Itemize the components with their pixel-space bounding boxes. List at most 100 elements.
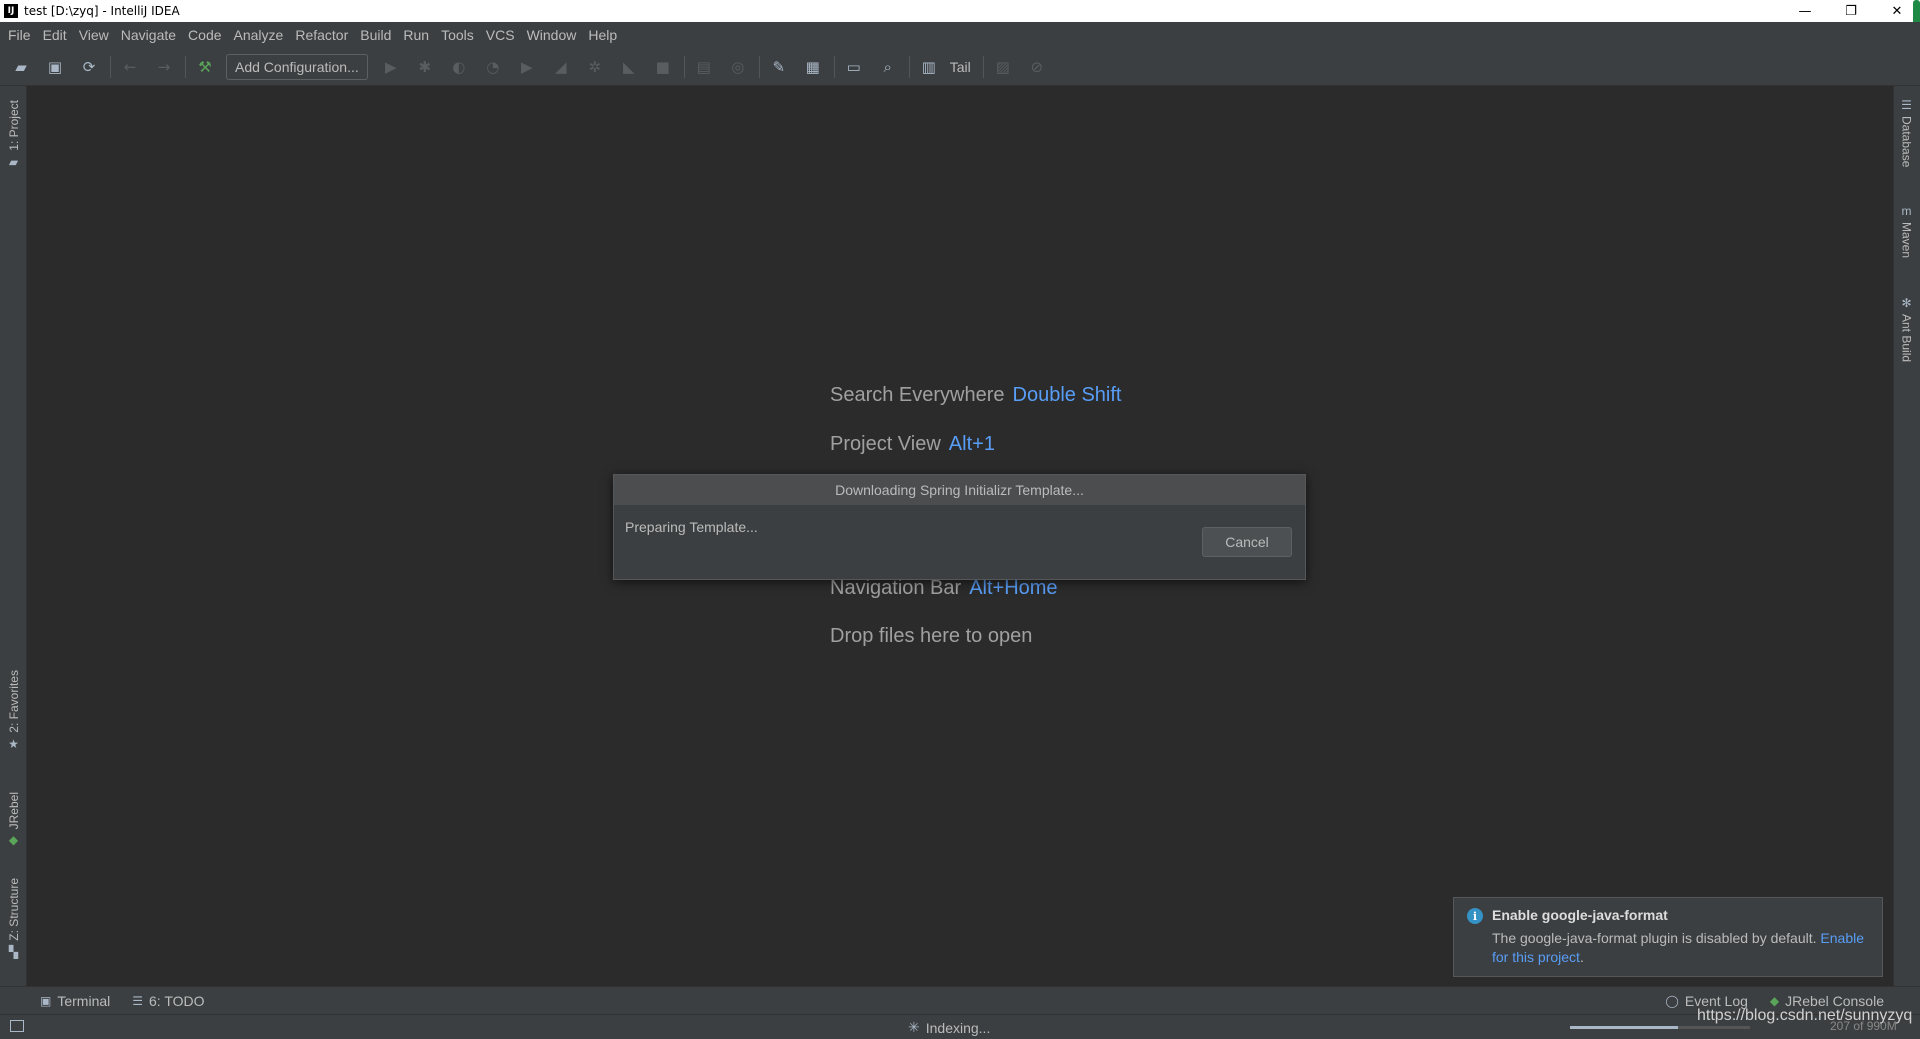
search-icon[interactable]: ⌕ [875, 54, 901, 80]
hint-search-shortcut: Double Shift [1012, 384, 1122, 406]
jrebel-bug-icon[interactable]: ✲ [582, 54, 608, 80]
database-icon: ☰ [1901, 98, 1912, 112]
menu-tools[interactable]: Tools [435, 27, 480, 43]
hint-drop-label: Drop files here to open [830, 625, 1033, 647]
toolbar-separator [185, 55, 186, 78]
toggle-tool-windows-icon[interactable] [10, 1020, 24, 1032]
indexing-progress-bar [1570, 1026, 1750, 1029]
terminal-icon[interactable]: ▭ [841, 54, 867, 80]
tool-tab-favorites[interactable]: 2: Favorites ★ [0, 670, 27, 751]
notification-title: Enable google-java-format [1492, 907, 1668, 923]
tool-tab-maven[interactable]: m Maven [1893, 204, 1920, 258]
menu-window[interactable]: Window [521, 27, 583, 43]
jrebel-debug-icon[interactable]: ◢ [548, 54, 574, 80]
terminal-icon: ▣ [40, 993, 52, 1008]
menu-analyze[interactable]: Analyze [228, 27, 290, 43]
menu-file[interactable]: File [2, 27, 37, 43]
menu-bar: File Edit View Navigate Code Analyze Ref… [0, 22, 1920, 48]
jrebel-run-icon[interactable]: ▶ [514, 54, 540, 80]
toolbar-separator [110, 55, 111, 78]
tool-tab-jrebel[interactable]: JRebel ◆ [0, 792, 27, 847]
jrebel-icon: ◆ [1769, 993, 1780, 1008]
sync-icon[interactable]: ⟳ [76, 54, 102, 80]
menu-vcs[interactable]: VCS [480, 27, 521, 43]
todo-tab[interactable]: ☰ 6: TODO [132, 993, 204, 1009]
dialog-body: Preparing Template... Cancel [614, 505, 1305, 581]
tool-tab-ant-build[interactable]: ✻ Ant Build [1893, 296, 1920, 362]
menu-refactor[interactable]: Refactor [289, 27, 354, 43]
folder-icon: ▰ [8, 154, 19, 169]
indexing-status[interactable]: ✳ Indexing... [908, 1019, 990, 1036]
tool-tab-jrebel-label: JRebel [6, 792, 21, 830]
dialog-message: Preparing Template... [625, 519, 758, 535]
tool-tab-favorites-label: 2: Favorites [6, 670, 21, 733]
project-structure-icon[interactable]: ▦ [800, 54, 826, 80]
tool-tab-database[interactable]: ☰ Database [1893, 98, 1920, 167]
menu-code[interactable]: Code [182, 27, 227, 43]
tool-tab-structure[interactable]: Z: Structure ▚ [0, 878, 27, 959]
debug-icon[interactable]: ✱ [412, 54, 438, 80]
add-configuration-button[interactable]: Add Configuration... [226, 53, 368, 80]
settings-wrench-icon[interactable]: ✎ [766, 54, 792, 80]
toolbar-separator [758, 55, 760, 78]
notification-body: The google-java-format plugin is disable… [1492, 929, 1872, 967]
terminal-tab[interactable]: ▣ Terminal [40, 993, 110, 1009]
hint-search-label: Search Everywhere [830, 384, 1005, 406]
attach-icon[interactable]: ◎ [725, 54, 751, 80]
menu-build[interactable]: Build [354, 27, 397, 43]
menu-run[interactable]: Run [397, 27, 435, 43]
toolbar-separator [908, 55, 910, 78]
toolbar-separator [982, 55, 984, 78]
forward-arrow-icon[interactable]: → [151, 54, 177, 80]
update-icon[interactable]: ▤ [691, 54, 717, 80]
maven-icon: m [1901, 204, 1912, 218]
menu-help[interactable]: Help [582, 27, 623, 43]
vcs-log-icon[interactable]: ▥ [916, 54, 942, 80]
tool-tab-ant-build-label: Ant Build [1899, 314, 1914, 363]
watermark-url: https://blog.csdn.net/sunnyzyq [1697, 1007, 1913, 1024]
status-bar: ✳ Indexing... 207 of 990M [0, 1014, 1920, 1039]
info-icon: i [1467, 908, 1483, 924]
cancel-button[interactable]: Cancel [1202, 527, 1292, 557]
window-title-bar: IJ test [D:\zyq] - IntelliJ IDEA — ❐ ✕ [0, 0, 1920, 22]
save-icon[interactable]: ▣ [42, 54, 68, 80]
menu-edit[interactable]: Edit [37, 27, 73, 43]
notification-balloon: i Enable google-java-format The google-j… [1453, 897, 1883, 977]
dialog-title: Downloading Spring Initializr Template..… [614, 475, 1305, 505]
terminal-tab-label: Terminal [57, 992, 111, 1009]
intellij-logo-icon: IJ [4, 4, 18, 18]
hint-project-shortcut: Alt+1 [948, 433, 995, 455]
stop-icon[interactable]: ■ [650, 54, 676, 80]
coverage-icon[interactable]: ◐ [446, 54, 472, 80]
profile-icon[interactable]: ◔ [480, 54, 506, 80]
disable-icon[interactable]: ⊘ [1024, 54, 1050, 80]
indexing-progress-fill [1570, 1026, 1678, 1029]
hint-drop-files: Drop files here to open [830, 625, 1032, 648]
ant-icon: ✻ [1901, 296, 1912, 310]
tool-tab-maven-label: Maven [1899, 222, 1914, 259]
event-log-icon: ◯ [1665, 993, 1679, 1008]
todo-list-icon: ☰ [132, 993, 144, 1008]
activity-monitor-icon[interactable]: ▨ [990, 54, 1016, 80]
structure-icon: ▚ [8, 944, 19, 959]
restore-button[interactable]: ❐ [1828, 0, 1874, 22]
spinner-icon: ✳ [908, 1019, 920, 1035]
build-hammer-icon[interactable]: ⚒ [192, 54, 218, 80]
jrebel-rocket-icon[interactable]: ◣ [616, 54, 642, 80]
tool-tab-database-label: Database [1899, 116, 1914, 168]
menu-view[interactable]: View [73, 27, 115, 43]
right-tool-stripe: ☰ Database m Maven ✻ Ant Build [1893, 86, 1920, 986]
hint-project-view: Project View Alt+1 [830, 433, 995, 456]
main-toolbar: ▰ ▣ ⟳ ← → ⚒ Add Configuration... ▶ ✱ ◐ ◔… [0, 48, 1920, 86]
tool-tab-project[interactable]: 1: Project ▰ [0, 100, 27, 169]
menu-navigate[interactable]: Navigate [115, 27, 182, 43]
left-tool-stripe: 1: Project ▰ 2: Favorites ★ JRebel ◆ Z: … [0, 86, 27, 986]
run-icon[interactable]: ▶ [378, 54, 404, 80]
hint-project-label: Project View [830, 433, 941, 455]
tail-button[interactable]: Tail [950, 59, 971, 75]
minimize-button[interactable]: — [1782, 0, 1828, 22]
back-arrow-icon[interactable]: ← [117, 54, 143, 80]
open-folder-icon[interactable]: ▰ [8, 54, 34, 80]
jrebel-icon: ◆ [8, 833, 19, 848]
tool-tab-structure-label: Z: Structure [6, 878, 21, 941]
